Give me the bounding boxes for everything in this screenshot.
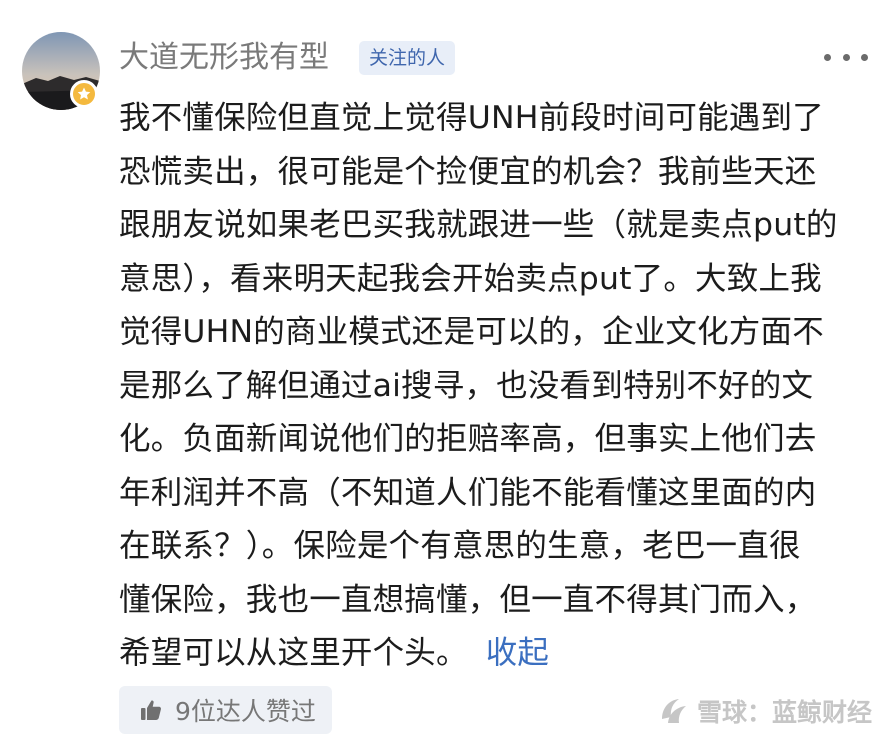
- thumbs-up-icon: [141, 700, 161, 720]
- author-name[interactable]: 大道无形我有型: [119, 36, 329, 80]
- post-line: 觉得UHN的商业模式还是可以的，企业文化方面不: [119, 314, 824, 350]
- watermark: 雪球：蓝鲸财经: [657, 690, 872, 732]
- dot: [842, 53, 850, 61]
- follow-status-badge: 关注的人: [359, 41, 456, 75]
- post-line: 我不懂保险但直觉上觉得UNH前段时间可能遇到了: [119, 100, 824, 136]
- more-dots-icon[interactable]: [824, 44, 868, 70]
- dot: [861, 53, 868, 61]
- post-line: 在联系？）。保险是个有意思的生意，老巴一直很: [119, 528, 801, 564]
- watermark-text: 雪球：蓝鲸财经: [696, 698, 872, 727]
- post-line: 化。负面新闻说他们的拒赔率高，但事实上他们去: [119, 421, 817, 457]
- post-line: 懂保险，我也一直想搞懂，但一直不得其门而入，: [119, 581, 817, 618]
- likes-label: 9位达人赞过: [175, 697, 316, 726]
- post-line: 年利润并不高（不知道人们能不能看懂这里面的内: [119, 474, 817, 511]
- post-line-text: 希望可以从这里开个头。: [119, 635, 468, 671]
- post-text: 我不懂保险但直觉上觉得UNH前段时间可能遇到了 恐慌卖出，很可能是个捡便宜的机会…: [119, 92, 877, 681]
- post-line: 跟朋友说如果老巴买我就跟进一些（就是卖点put的: [119, 207, 838, 243]
- post-last-line: 希望可以从这里开个头。 收起: [119, 627, 877, 681]
- likes-button[interactable]: 9位达人赞过: [119, 686, 332, 734]
- snowball-logo-icon: [661, 699, 686, 723]
- post-line: 是那么了解但通过ai搜寻，也没看到特别不好的文: [119, 367, 814, 404]
- collapse-link[interactable]: 收起: [486, 635, 549, 671]
- post-line: 恐慌卖出，很可能是个捡便宜的机会？我前些天还: [119, 153, 817, 190]
- dot: [824, 53, 831, 61]
- post-line: 意思），看来明天起我会开始卖点put了。大致上我: [119, 260, 822, 297]
- star-badge-icon: [70, 80, 98, 108]
